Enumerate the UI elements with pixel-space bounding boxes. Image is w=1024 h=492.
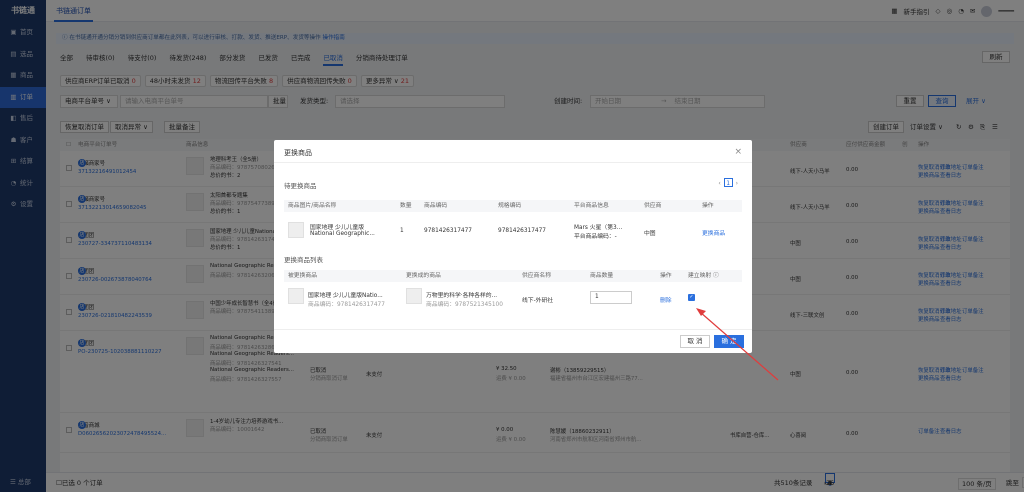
annotation-arrow	[696, 308, 779, 381]
